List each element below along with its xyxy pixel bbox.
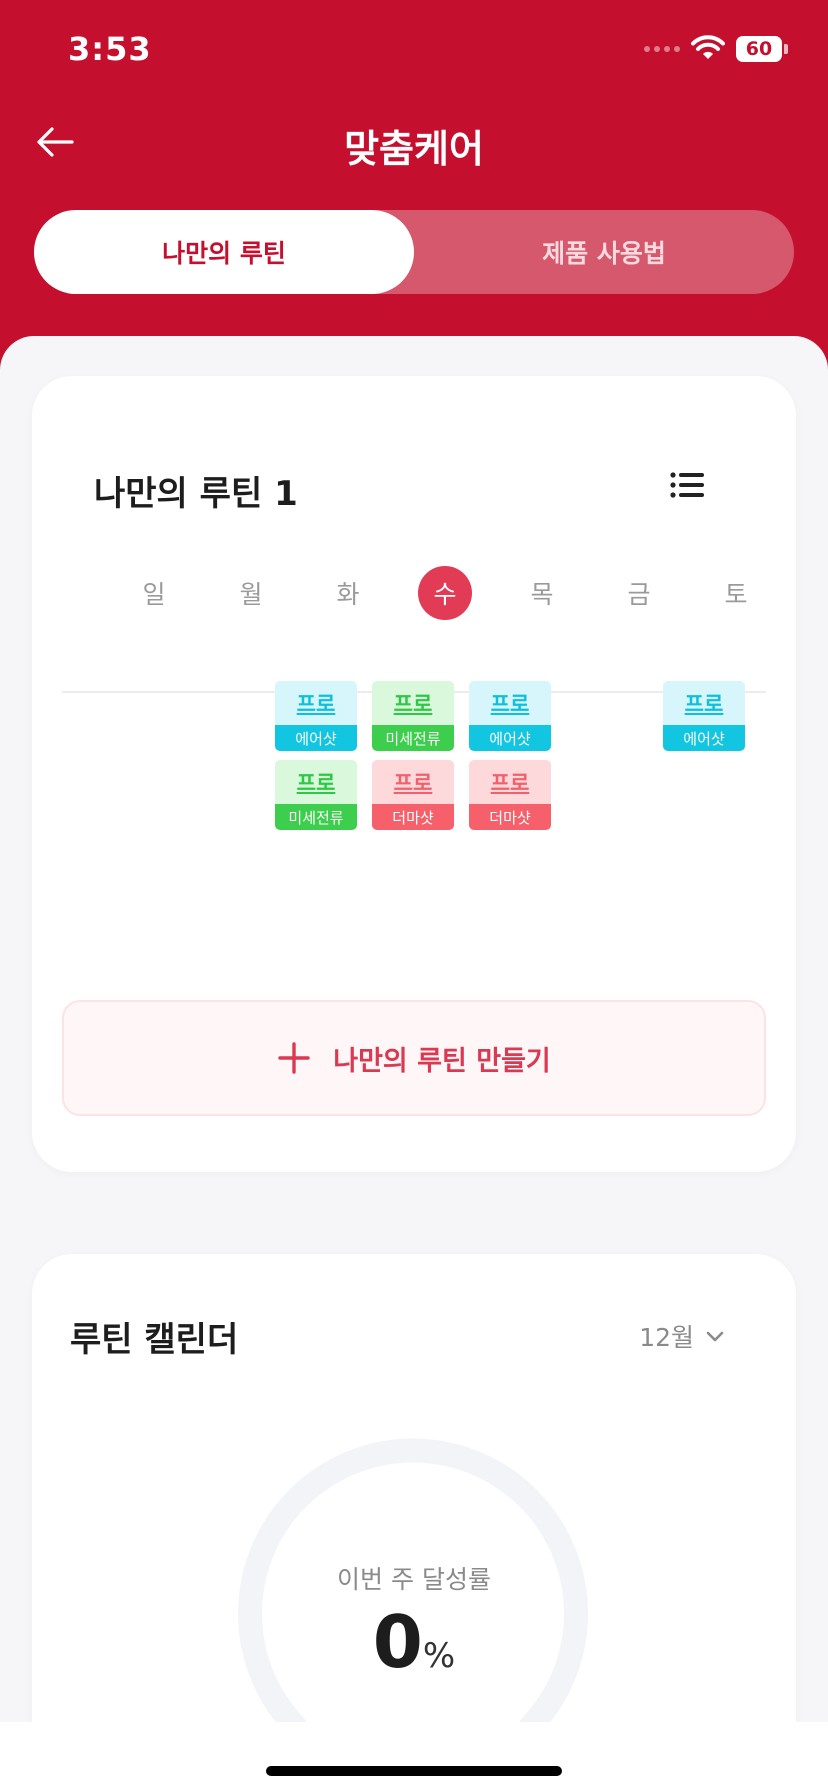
achievement-unit: %	[422, 1636, 456, 1676]
month-label: 12월	[639, 1323, 694, 1352]
tile-mode: 더마샷	[372, 804, 454, 830]
page-title: 맞춤케어	[344, 127, 484, 171]
battery-icon: 60	[736, 36, 788, 62]
routine-tile[interactable]: 프로 에어샷	[469, 681, 551, 751]
calendar-title: 루틴 캘린더	[70, 1320, 239, 1360]
achievement-number: 0	[372, 1600, 423, 1684]
battery-level: 60	[736, 36, 782, 62]
home-indicator	[266, 1766, 562, 1776]
routine-tile[interactable]: 프로 미세전류	[275, 760, 357, 830]
routine-tile[interactable]: 프로 미세전류	[372, 681, 454, 751]
routine-tile[interactable]: 프로 에어샷	[275, 681, 357, 751]
status-time: 3:53	[68, 30, 152, 68]
segment-control: 나만의 루틴 제품 사용법	[34, 210, 794, 294]
home-indicator-area	[0, 1722, 828, 1792]
make-routine-button[interactable]: 나만의 루틴 만들기	[62, 1000, 766, 1116]
app-header: 3:53 60 맞춤케어 나만의 루틴 제품 사용법	[0, 0, 828, 380]
achievement-value: 0%	[32, 1600, 796, 1684]
routine-card: 나만의 루틴 1 일 월 화 수 목 금 토 프로 에어샷 프로 미세전류 프로…	[32, 376, 796, 1172]
routine-tile[interactable]: 프로 더마샷	[372, 760, 454, 830]
tile-mode: 에어샷	[663, 725, 745, 751]
tile-device: 프로	[372, 760, 454, 804]
tile-device: 프로	[663, 681, 745, 725]
make-routine-label: 나만의 루틴 만들기	[333, 1045, 551, 1077]
tile-mode: 미세전류	[372, 725, 454, 751]
tile-mode: 에어샷	[469, 725, 551, 751]
plus-icon	[278, 1042, 310, 1074]
chevron-down-icon	[706, 1331, 724, 1342]
routine-tile[interactable]: 프로 더마샷	[469, 760, 551, 830]
signal-icon	[644, 46, 680, 52]
tile-device: 프로	[275, 760, 357, 804]
status-indicators: 60	[644, 34, 788, 64]
tile-device: 프로	[469, 760, 551, 804]
tile-device: 프로	[372, 681, 454, 725]
routine-calendar-card: 루틴 캘린더 12월 이번 주 달성률 0%	[32, 1254, 796, 1792]
tile-mode: 더마샷	[469, 804, 551, 830]
routine-tile[interactable]: 프로 에어샷	[663, 681, 745, 751]
tab-product-usage[interactable]: 제품 사용법	[414, 210, 794, 294]
tile-device: 프로	[275, 681, 357, 725]
tile-mode: 에어샷	[275, 725, 357, 751]
month-selector[interactable]: 12월	[639, 1318, 726, 1354]
tile-mode: 미세전류	[275, 804, 357, 830]
content-sheet: 나만의 루틴 1 일 월 화 수 목 금 토 프로 에어샷 프로 미세전류 프로…	[0, 336, 828, 1792]
tab-my-routine[interactable]: 나만의 루틴	[34, 210, 414, 294]
achievement-label: 이번 주 달성률	[337, 1565, 491, 1594]
wifi-icon	[691, 35, 725, 59]
tile-device: 프로	[469, 681, 551, 725]
